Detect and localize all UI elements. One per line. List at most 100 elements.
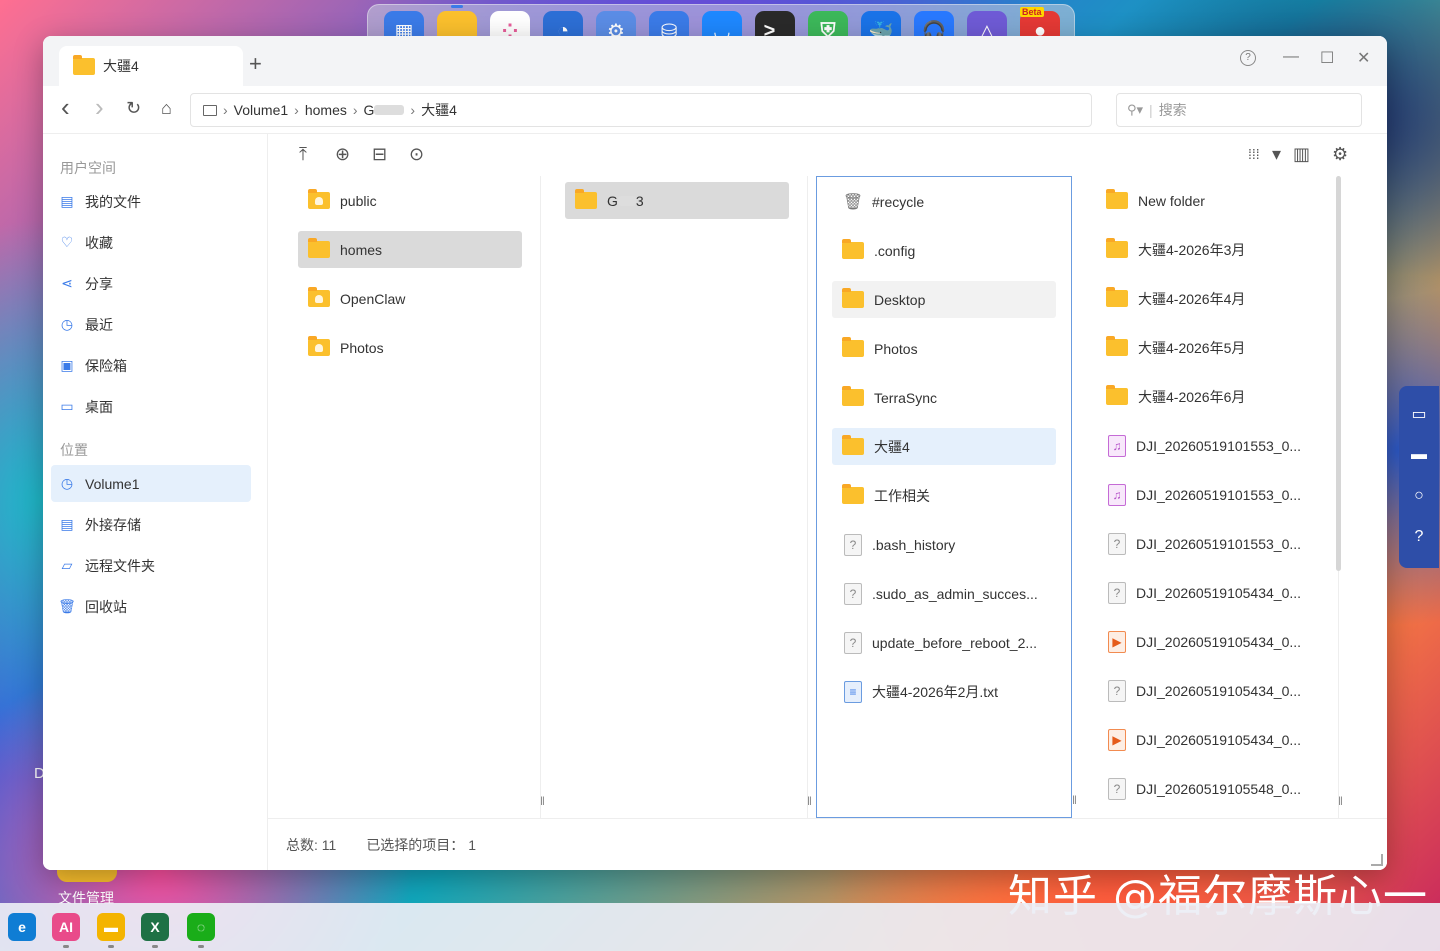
sidebar-item-share[interactable]: ⋖ 分享 [51,265,251,302]
list-item[interactable]: Desktop [832,281,1056,318]
list-item[interactable]: 大疆4-2026年3月 [1096,231,1320,268]
list-item[interactable]: ▶ DJI_20260519105434_0... [1096,721,1320,758]
list-item[interactable]: G3 [565,182,789,219]
sidebar-item-trash[interactable]: 🗑 回收站 [51,588,251,625]
sidebar-item-remote-folder[interactable]: ▱ 远程文件夹 [51,547,251,584]
excel-icon[interactable]: X [141,913,169,948]
item-label: DJI_20260519105434_0... [1136,584,1302,601]
settings-icon[interactable]: ⚙ [1332,144,1348,165]
chat-icon[interactable]: ▬ [1409,445,1429,465]
column-resize-handle[interactable]: ‖ [1338,794,1343,808]
more-icon[interactable]: ⊙ [409,144,424,165]
side-float-panel: ▭ ▬ ○? [1399,386,1439,568]
file-explorer-icon[interactable]: ▬ [97,913,125,948]
list-item[interactable]: ? update_before_reboot_2... [832,624,1056,661]
list-item[interactable]: ♫ DJI_20260519101553_0... [1096,427,1320,464]
column-resize-handle[interactable]: ‖ [807,794,812,808]
list-item[interactable]: OpenClaw [298,280,522,317]
list-item[interactable]: 大疆4 [832,428,1056,465]
view-dropdown-icon[interactable]: ▾ [1272,144,1281,165]
selected-count: 已选择的项目： 1 [366,836,476,853]
desktop-icon: ▭ [60,398,74,414]
ai-assistant-icon[interactable]: AI [52,913,80,948]
list-item[interactable]: 🗑 #recycle [832,183,1056,220]
item-label: OpenClaw [340,290,406,307]
sidebar-item-file[interactable]: ▤ 我的文件 [51,183,251,220]
grid-view-icon[interactable]: ⁞⁞⁞ [1248,146,1260,162]
column-resize-handle[interactable]: ‖ [1072,793,1077,807]
search-input[interactable]: ⚲▾ | 搜索 [1116,93,1362,127]
monitor-chart-icon[interactable]: ▭ [1409,404,1429,424]
breadcrumb-user[interactable]: G [364,102,405,118]
breadcrumb-homes[interactable]: homes [305,102,347,118]
list-item[interactable]: ♫ DJI_20260519101553_0... [1096,476,1320,513]
sidebar-item-recent-clock[interactable]: ◷ 最近 [51,306,251,343]
list-item[interactable]: ? DJI_20260519105434_0... [1096,574,1320,611]
tab-active[interactable]: 大疆4 [59,46,243,86]
sidebar-item-external-storage[interactable]: ▤ 外接存储 [51,506,251,543]
search-placeholder: 搜索 [1158,102,1187,118]
help-button[interactable]: ? [1240,50,1256,66]
external-storage-icon: ▤ [60,516,74,532]
list-item[interactable]: ? DJI_20260519105548_0... [1096,770,1320,807]
list-item[interactable]: ? .bash_history [832,526,1056,563]
refresh-button[interactable]: ↻ [126,98,141,119]
properties-icon[interactable]: ⊟ [372,144,387,165]
sidebar-item-heart[interactable]: ♡ 收藏 [51,224,251,261]
sidebar-item-desktop[interactable]: ▭ 桌面 [51,388,251,425]
item-label: 工作相关 [874,487,930,504]
help-icon[interactable]: ? [1409,527,1429,547]
list-item[interactable]: Photos [832,330,1056,367]
list-item[interactable]: ▶ DJI_20260519105434_0... [1096,623,1320,660]
list-item[interactable]: 大疆4-2026年4月 [1096,280,1320,317]
folder-icon [1106,189,1128,209]
breadcrumb-separator: › [352,102,358,118]
list-item[interactable]: 工作相关 [832,477,1056,514]
close-button[interactable]: ✕ [1357,48,1370,68]
edge-browser-icon[interactable]: e [8,913,36,941]
new-add-icon[interactable]: ⊕ [335,144,350,165]
title-bar: 大疆4 + ? — ☐ ✕ [43,36,1387,86]
home-button[interactable]: ⌂ [161,98,172,119]
running-indicator [198,945,204,948]
column-view-icon[interactable]: ▥ [1293,144,1310,165]
list-item[interactable]: ? DJI_20260519101553_0... [1096,525,1320,562]
running-indicator [63,945,69,948]
maximize-button[interactable]: ☐ [1320,48,1334,68]
running-indicator [152,945,158,948]
item-label: DJI_20260519101553_0... [1136,535,1302,552]
list-item[interactable]: ? DJI_20260519105434_0... [1096,672,1320,709]
redacted-text [617,195,636,206]
list-item[interactable]: Photos [298,329,522,366]
folder-icon [842,239,864,259]
item-label: TerraSync [874,389,938,406]
forward-button[interactable]: › [95,92,104,123]
list-item[interactable]: public [298,182,522,219]
upload-icon[interactable]: ⤒ [299,144,307,165]
folder-icon [575,189,597,209]
list-item[interactable]: 大疆4-2026年5月 [1096,329,1320,366]
list-item[interactable]: ≡ 大疆4-2026年2月.txt [832,673,1056,710]
back-button[interactable]: ‹ [61,92,70,123]
column-resize-handle[interactable]: ‖ [540,794,545,808]
scrollbar[interactable] [1336,176,1341,571]
list-item[interactable]: .config [832,232,1056,269]
edge-browser-glyph: e [18,919,26,935]
list-item[interactable]: New folder [1096,182,1320,219]
list-item[interactable]: homes [298,231,522,268]
breadcrumb-volume1[interactable]: Volume1 [234,102,288,118]
breadcrumb-current[interactable]: 大疆4 [421,100,457,120]
minimize-button[interactable]: — [1283,48,1299,66]
sidebar-item-volume[interactable]: ◷ Volume1 [51,465,251,502]
list-item[interactable]: ? .sudo_as_admin_succes... [832,575,1056,612]
list-item[interactable]: 大疆4-2026年6月 [1096,378,1320,415]
audio-file-icon: ♫ [1108,434,1126,457]
sidebar-item-safe[interactable]: ▣ 保险箱 [51,347,251,384]
item-label: DJI_20260519101553_0... [1136,437,1302,454]
item-label: DJI_20260519105434_0... [1136,731,1302,748]
list-item[interactable]: TerraSync [832,379,1056,416]
add-tab-button[interactable]: + [249,53,262,75]
search-icon[interactable]: ○ [1409,486,1429,506]
breadcrumb[interactable]: › Volume1 › homes › G › 大疆4 [190,93,1092,127]
wechat-icon[interactable]: ◌ [187,913,215,948]
